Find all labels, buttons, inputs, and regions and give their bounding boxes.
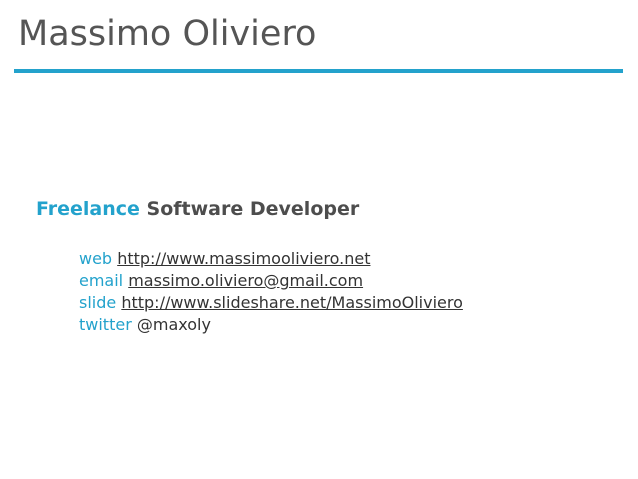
contact-label: web — [79, 249, 113, 268]
page-title: Massimo Oliviero — [18, 14, 317, 54]
contact-label: twitter — [79, 315, 132, 334]
slide: Massimo Oliviero Freelance Software Deve… — [0, 0, 638, 479]
website-link[interactable]: http://www.massimooliviero.net — [117, 249, 370, 268]
contact-twitter: twitter @maxoly — [79, 314, 463, 336]
contact-web: web http://www.massimooliviero.net — [79, 248, 463, 270]
contact-email: email massimo.oliviero@gmail.com — [79, 270, 463, 292]
contact-label: email — [79, 271, 124, 290]
twitter-handle: @maxoly — [136, 315, 211, 334]
contact-label: slide — [79, 293, 117, 312]
email-link[interactable]: massimo.oliviero@gmail.com — [128, 271, 363, 290]
slideshare-link[interactable]: http://www.slideshare.net/MassimoOlivier… — [121, 293, 463, 312]
job-title-rest: Software Developer — [146, 198, 360, 220]
contact-list: web http://www.massimooliviero.net email… — [79, 248, 463, 336]
job-title: Freelance Software Developer — [36, 196, 359, 222]
job-title-highlight: Freelance — [36, 198, 140, 220]
contact-slide: slide http://www.slideshare.net/MassimoO… — [79, 292, 463, 314]
title-divider — [14, 69, 623, 73]
